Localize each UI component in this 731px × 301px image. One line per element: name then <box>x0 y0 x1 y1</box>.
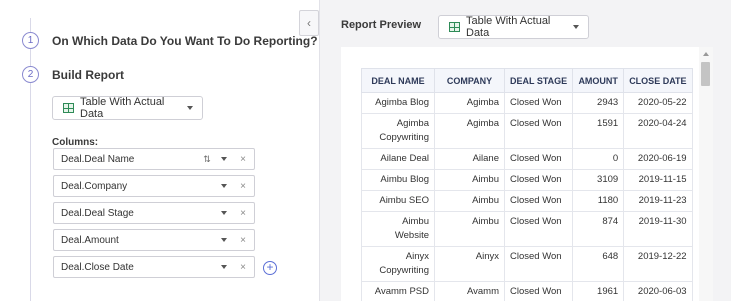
sort-icon[interactable]: ⇅ <box>201 154 213 165</box>
column-value: Deal.Amount <box>61 234 119 246</box>
table-row: Ailane Deal Ailane Closed Won 0 2020-06-… <box>361 148 693 170</box>
header-deal-name: DEAL NAME <box>361 68 435 93</box>
table-row: Aimbu Blog Aimbu Closed Won 3109 2019-11… <box>361 169 693 191</box>
spreadsheet-icon <box>449 22 460 32</box>
cell-close-date: 2020-06-03 <box>623 281 693 301</box>
chevron-down-icon[interactable] <box>221 157 227 161</box>
cell-close-date: 2019-11-15 <box>623 169 693 191</box>
cell-deal-name: Aimbu Website <box>361 211 435 247</box>
cell-amount: 1961 <box>572 281 625 301</box>
chevron-left-icon: ‹ <box>307 16 311 30</box>
report-table: DEAL NAME COMPANY DEAL STAGE AMOUNT CLOS… <box>361 68 693 301</box>
table-body: Agimba Blog Agimba Closed Won 2943 2020-… <box>361 92 693 301</box>
cell-close-date: 2020-05-22 <box>623 92 693 114</box>
step-1-number: 1 <box>22 32 39 49</box>
remove-column-icon[interactable]: × <box>238 235 248 246</box>
table-row: Aimbu Website Aimbu Closed Won 874 2019-… <box>361 211 693 247</box>
cell-amount: 648 <box>572 246 625 282</box>
cell-deal-name: Agimba Copywriting <box>361 113 435 149</box>
columns-label: Columns: <box>52 137 99 148</box>
column-select-amount[interactable]: Deal.Amount × <box>53 229 255 251</box>
remove-column-icon[interactable]: × <box>238 154 248 165</box>
table-row: Avamm PSD Avamm Closed Won 1961 2020-06-… <box>361 281 693 301</box>
header-deal-stage: DEAL STAGE <box>503 68 574 93</box>
steps-timeline <box>30 18 31 301</box>
cell-deal-stage: Closed Won <box>503 148 574 170</box>
remove-column-icon[interactable]: × <box>238 181 248 192</box>
cell-deal-name: Aimbu Blog <box>361 169 435 191</box>
step-2-number: 2 <box>22 66 39 83</box>
scrollbar-thumb[interactable] <box>701 62 710 86</box>
chevron-down-icon <box>573 25 579 29</box>
preview-title: Report Preview <box>341 19 422 31</box>
remove-column-icon[interactable]: × <box>238 208 248 219</box>
cell-company: Aimbu <box>434 190 505 212</box>
header-close-date: CLOSE DATE <box>623 68 693 93</box>
header-company: COMPANY <box>434 68 505 93</box>
add-column-icon[interactable]: + <box>263 261 277 275</box>
scroll-up-icon[interactable] <box>703 52 709 56</box>
cell-amount: 1591 <box>572 113 625 149</box>
table-row: Agimba Copywriting Agimba Closed Won 159… <box>361 113 693 149</box>
spreadsheet-icon <box>63 103 74 113</box>
chevron-down-icon[interactable] <box>221 184 227 188</box>
chevron-down-icon[interactable] <box>221 265 227 269</box>
cell-amount: 1180 <box>572 190 625 212</box>
column-value: Deal.Deal Stage <box>61 207 134 219</box>
column-select-deal-name[interactable]: Deal.Deal Name ⇅ × <box>53 148 255 170</box>
remove-column-icon[interactable]: × <box>238 262 248 273</box>
cell-deal-stage: Closed Won <box>503 169 574 191</box>
cell-deal-stage: Closed Won <box>503 92 574 114</box>
cell-deal-name: Avamm PSD <box>361 281 435 301</box>
report-builder-panel: 1 On Which Data Do You Want To Do Report… <box>0 0 319 301</box>
cell-company: Aimbu <box>434 169 505 191</box>
cell-company: Ailane <box>434 148 505 170</box>
header-amount: AMOUNT <box>572 68 625 93</box>
cell-company: Agimba <box>434 113 505 149</box>
chevron-down-icon[interactable] <box>221 238 227 242</box>
column-select-close-date[interactable]: Deal.Close Date × <box>53 256 255 278</box>
column-select-deal-stage[interactable]: Deal.Deal Stage × <box>53 202 255 224</box>
cell-amount: 0 <box>572 148 625 170</box>
cell-close-date: 2019-11-30 <box>623 211 693 247</box>
cell-close-date: 2020-06-19 <box>623 148 693 170</box>
table-row: Aimbu SEO Aimbu Closed Won 1180 2019-11-… <box>361 190 693 212</box>
cell-deal-stage: Closed Won <box>503 211 574 247</box>
cell-deal-stage: Closed Won <box>503 113 574 149</box>
cell-deal-stage: Closed Won <box>503 190 574 212</box>
cell-deal-stage: Closed Won <box>503 281 574 301</box>
cell-deal-name: Ailane Deal <box>361 148 435 170</box>
cell-close-date: 2019-11-23 <box>623 190 693 212</box>
cell-deal-name: Aimbu SEO <box>361 190 435 212</box>
cell-amount: 874 <box>572 211 625 247</box>
cell-company: Aimbu <box>434 211 505 247</box>
cell-company: Agimba <box>434 92 505 114</box>
column-value: Deal.Company <box>61 180 128 192</box>
table-row: Ainyx Copywriting Ainyx Closed Won 648 2… <box>361 246 693 282</box>
table-header-row: DEAL NAME COMPANY DEAL STAGE AMOUNT CLOS… <box>361 68 693 93</box>
column-select-company[interactable]: Deal.Company × <box>53 175 255 197</box>
step-2-title: Build Report <box>52 68 124 82</box>
report-type-label: Table With Actual Data <box>80 96 165 120</box>
table-row: Agimba Blog Agimba Closed Won 2943 2020-… <box>361 92 693 114</box>
cell-company: Avamm <box>434 281 505 301</box>
report-type-dropdown[interactable]: Table With Actual Data <box>52 96 203 120</box>
cell-close-date: 2019-12-22 <box>623 246 693 282</box>
column-value: Deal.Close Date <box>61 261 134 273</box>
preview-view-label: Table With Actual Data <box>466 15 551 39</box>
cell-company: Ainyx <box>434 246 505 282</box>
chevron-down-icon <box>187 106 193 110</box>
chevron-down-icon[interactable] <box>221 211 227 215</box>
cell-amount: 3109 <box>572 169 625 191</box>
cell-deal-name: Agimba Blog <box>361 92 435 114</box>
cell-deal-stage: Closed Won <box>503 246 574 282</box>
step-1-title[interactable]: On Which Data Do You Want To Do Reportin… <box>52 34 318 48</box>
cell-deal-name: Ainyx Copywriting <box>361 246 435 282</box>
cell-close-date: 2020-04-24 <box>623 113 693 149</box>
column-value: Deal.Deal Name <box>61 153 135 165</box>
cell-amount: 2943 <box>572 92 625 114</box>
collapse-panel-button[interactable]: ‹ <box>299 10 319 36</box>
preview-view-dropdown[interactable]: Table With Actual Data <box>438 15 589 39</box>
